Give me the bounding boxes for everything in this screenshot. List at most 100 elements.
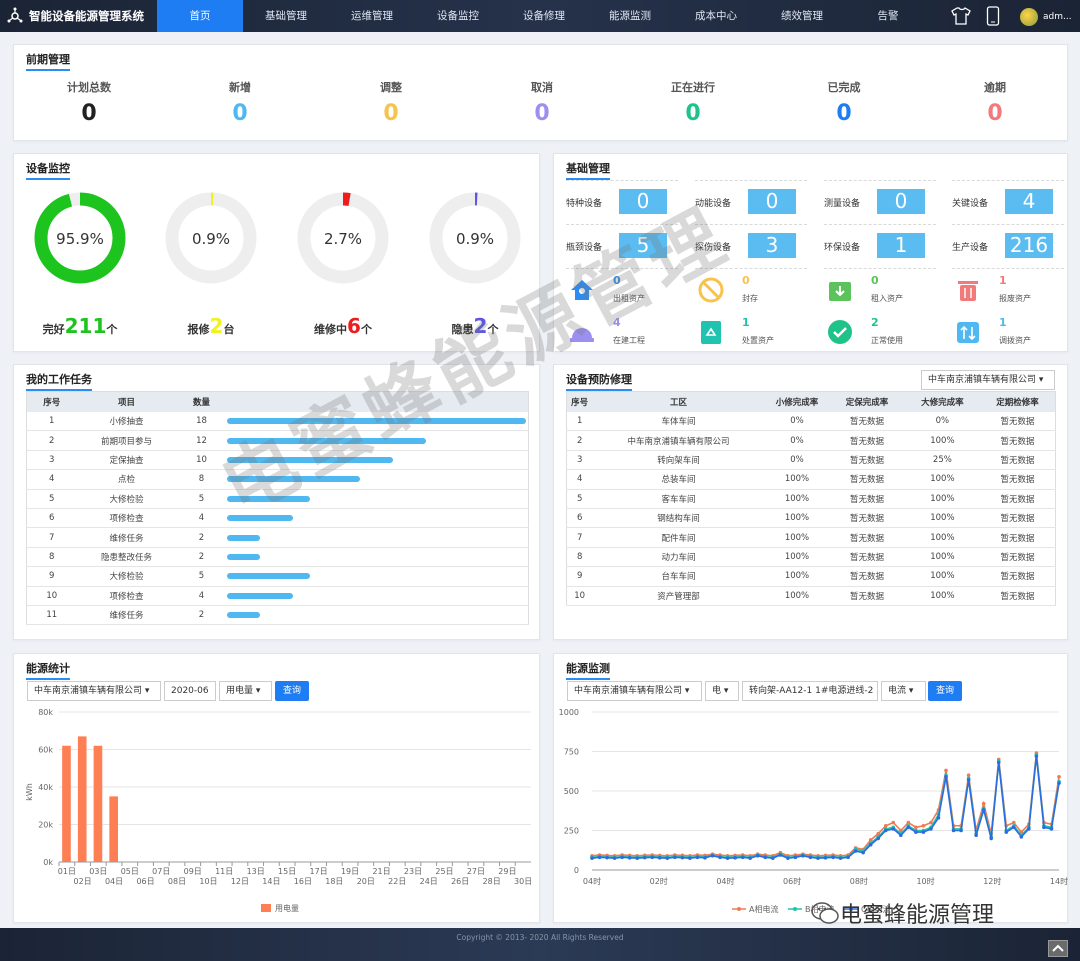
cell: 1: [566, 411, 593, 432]
param-select[interactable]: 电流 ▾: [881, 681, 926, 701]
nav-item[interactable]: 运维管理: [329, 0, 415, 32]
table-row[interactable]: 4 总装车间 100% 暂无数据 100% 暂无数据: [566, 469, 1056, 490]
donut-pct: 0.9%: [456, 230, 494, 248]
basic-item-value[interactable]: 0: [877, 189, 925, 214]
stat-5[interactable]: 已完成 0: [769, 79, 919, 126]
stat-1[interactable]: 新增 0: [165, 79, 315, 126]
month-input[interactable]: 2020-06: [164, 681, 216, 701]
basic-item-value[interactable]: 1: [877, 233, 925, 258]
data-point: [620, 855, 624, 860]
cell: 100%: [764, 489, 830, 509]
basic-item-value[interactable]: 0: [619, 189, 667, 214]
divider: [952, 224, 1064, 225]
nav-item[interactable]: 设备监控: [415, 0, 501, 32]
table-row[interactable]: 10 项修检查 4: [26, 586, 529, 606]
mobile-icon[interactable]: [986, 6, 1000, 26]
table-row[interactable]: 1 小修抽查 18: [26, 411, 529, 432]
nav-item[interactable]: 告警: [845, 0, 931, 32]
series-line[interactable]: [591, 752, 1060, 857]
nav-item[interactable]: 基础管理: [243, 0, 329, 32]
table-row[interactable]: 1 车体车间 0% 暂无数据 0% 暂无数据: [566, 411, 1056, 432]
table-row[interactable]: 3 转向架车间 0% 暂无数据 25% 暂无数据: [566, 450, 1056, 471]
stat-2[interactable]: 调整 0: [316, 79, 466, 126]
stat-4[interactable]: 正在进行 0: [618, 79, 768, 126]
table-row[interactable]: 6 项修检查 4: [26, 508, 529, 529]
shirt-icon[interactable]: [950, 6, 972, 26]
table-row[interactable]: 5 客车车间 100% 暂无数据 100% 暂无数据: [566, 489, 1056, 509]
nav-item[interactable]: 绩效管理: [759, 0, 845, 32]
cell: 100%: [764, 566, 830, 587]
cell: 100%: [904, 508, 981, 529]
x-tick: 10日: [199, 877, 217, 886]
bar[interactable]: [93, 745, 103, 862]
table-row[interactable]: 9 台车车间 100% 暂无数据 100% 暂无数据: [566, 566, 1056, 587]
table-row[interactable]: 6 钢结构车间 100% 暂无数据 100% 暂无数据: [566, 508, 1056, 529]
table-row[interactable]: 7 配件车间 100% 暂无数据 100% 暂无数据: [566, 527, 1056, 548]
back-to-top-button[interactable]: [1048, 940, 1068, 957]
basic-item-value[interactable]: 0: [748, 189, 796, 214]
cell-item: 定保抽查: [76, 450, 177, 471]
asset-count[interactable]: 0: [613, 274, 621, 287]
legend-label[interactable]: A相电流: [749, 904, 778, 914]
table-row[interactable]: 10 资产管理部 100% 暂无数据 100% 暂无数据: [566, 586, 1056, 606]
brand[interactable]: 智能设备能源管理系统: [6, 0, 144, 32]
asset-count[interactable]: 4: [613, 316, 621, 329]
table-row[interactable]: 7 维修任务 2: [26, 527, 529, 548]
donut-label: 维修中6个: [283, 314, 403, 338]
asset-count[interactable]: 1: [742, 316, 750, 329]
stat-0[interactable]: 计划总数 0: [14, 79, 164, 126]
query-button[interactable]: 查询: [275, 681, 309, 701]
nav-item[interactable]: 成本中心: [673, 0, 759, 32]
donut-1[interactable]: 0.9%: [165, 192, 257, 284]
table-row[interactable]: 2 前期项目参与 12: [26, 430, 529, 451]
basic-item-value[interactable]: 3: [748, 233, 796, 258]
series-line[interactable]: [591, 754, 1060, 859]
table-row[interactable]: 8 动力车间 100% 暂无数据 100% 暂无数据: [566, 547, 1056, 568]
data-point: [627, 856, 632, 860]
stat-value: 0: [987, 101, 1003, 126]
donut-0[interactable]: 95.9%: [34, 192, 126, 284]
nav-item[interactable]: 设备修理: [501, 0, 587, 32]
legend-label[interactable]: 用电量: [275, 903, 299, 913]
bar[interactable]: [62, 745, 71, 862]
y-tick: 0k: [43, 858, 53, 867]
company-select[interactable]: 中车南京浦镇车辆有限公司 ▾: [27, 681, 161, 701]
table-row[interactable]: 8 隐患整改任务 2: [26, 547, 529, 568]
medium-select[interactable]: 电 ▾: [705, 681, 739, 701]
line-select[interactable]: 转向架-AA12-1 1#电源进线-2: [742, 681, 878, 701]
table-row[interactable]: 11 维修任务 2: [26, 605, 529, 626]
selected-value: 中车南京浦镇车辆有限公司: [928, 375, 1037, 385]
table-row[interactable]: 2 中车南京浦镇车辆有限公司 0% 暂无数据 100% 暂无数据: [566, 430, 1056, 451]
data-point: [635, 856, 639, 860]
table-row[interactable]: 5 大修检验 5: [26, 489, 529, 509]
asset-count[interactable]: 1: [999, 316, 1007, 329]
asset-count[interactable]: 0: [742, 274, 750, 287]
type-select[interactable]: 用电量 ▾: [219, 681, 272, 701]
basic-item-value[interactable]: 216: [1005, 233, 1053, 258]
table-row[interactable]: 3 定保抽查 10: [26, 450, 529, 471]
nav-item[interactable]: 首页: [157, 0, 243, 32]
wechat-icon: [811, 902, 839, 924]
asset-count[interactable]: 0: [871, 274, 879, 287]
stat-6[interactable]: 逾期 0: [920, 79, 1070, 126]
stat-3[interactable]: 取消 0: [467, 79, 617, 126]
table-row[interactable]: 9 大修检验 5: [26, 566, 529, 587]
bar[interactable]: [77, 736, 87, 862]
basic-item-value[interactable]: 4: [1005, 189, 1053, 214]
data-point: [974, 833, 978, 838]
company-select[interactable]: 中车南京浦镇车辆有限公司 ▾: [921, 370, 1055, 390]
bar[interactable]: [109, 796, 118, 862]
donut-3[interactable]: 0.9%: [429, 192, 521, 284]
cell: 暂无数据: [980, 547, 1056, 568]
asset-count[interactable]: 1: [999, 274, 1007, 287]
data-point: [657, 856, 662, 860]
query-button[interactable]: 查询: [928, 681, 962, 701]
nav-item[interactable]: 能源监测: [587, 0, 673, 32]
series-line[interactable]: [591, 756, 1060, 859]
basic-item-value[interactable]: 5: [619, 233, 667, 258]
asset-count[interactable]: 2: [871, 316, 879, 329]
table-row[interactable]: 4 点检 8: [26, 469, 529, 490]
user-menu[interactable]: adm...: [1020, 8, 1072, 26]
donut-2[interactable]: 2.7%: [297, 192, 389, 284]
company-select[interactable]: 中车南京浦镇车辆有限公司 ▾: [567, 681, 702, 701]
